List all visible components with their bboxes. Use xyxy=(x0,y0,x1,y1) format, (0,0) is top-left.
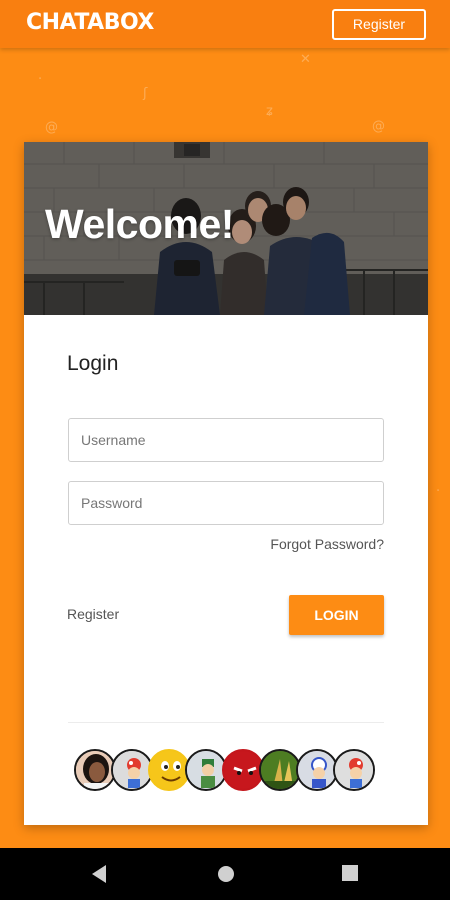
photo-avatar xyxy=(74,749,116,791)
login-button[interactable]: LOGIN xyxy=(289,595,384,635)
header-register-button[interactable]: Register xyxy=(332,9,426,40)
background-doodle: @ xyxy=(45,120,58,135)
background-doodle: ʑ xyxy=(266,104,273,119)
background-doodle: ✕ xyxy=(300,52,311,67)
cartoon-avatar xyxy=(333,749,375,791)
home-icon[interactable] xyxy=(216,864,236,884)
back-icon[interactable] xyxy=(90,864,108,884)
smiley-avatar xyxy=(148,749,190,791)
forgot-password-link[interactable]: Forgot Password? xyxy=(270,536,384,552)
plant-avatar xyxy=(259,749,301,791)
cartoon-avatar xyxy=(111,749,153,791)
login-heading: Login xyxy=(67,352,119,375)
welcome-banner: Welcome! xyxy=(24,142,428,315)
username-input[interactable] xyxy=(68,418,384,462)
login-card: Welcome! Login Forgot Password? Register… xyxy=(24,142,428,825)
welcome-title: Welcome! xyxy=(45,201,234,247)
background-doodle: · xyxy=(436,484,441,499)
app-logo: CHATABOX xyxy=(26,10,154,35)
background-doodle: ʃ xyxy=(143,86,148,101)
character-avatar xyxy=(185,749,227,791)
divider xyxy=(68,722,384,723)
system-nav-bar xyxy=(0,848,450,900)
register-link[interactable]: Register xyxy=(67,606,119,622)
background-doodle: @ xyxy=(372,119,385,134)
red-face-avatar xyxy=(222,749,264,791)
cartoon-avatar xyxy=(296,749,338,791)
app-header: CHATABOX Register xyxy=(0,0,450,48)
avatar-strip xyxy=(74,749,394,795)
recents-icon[interactable] xyxy=(341,864,359,882)
background-doodle: · xyxy=(38,72,43,87)
password-input[interactable] xyxy=(68,481,384,525)
